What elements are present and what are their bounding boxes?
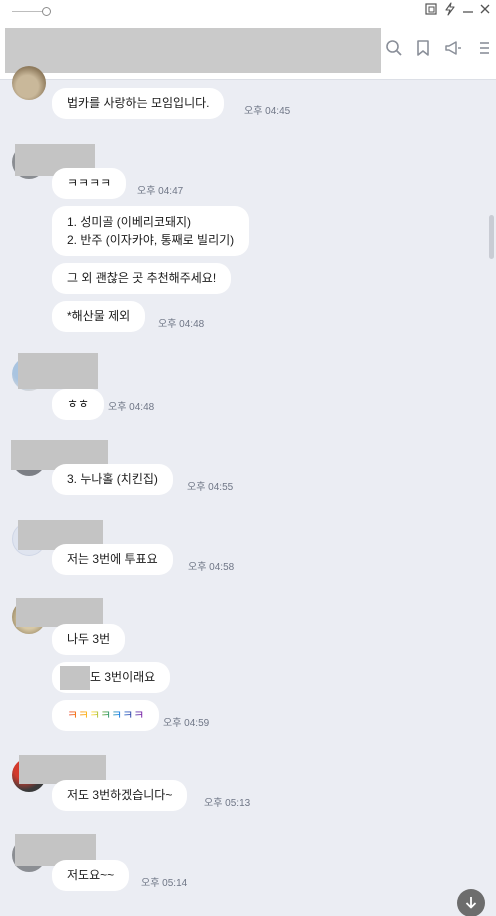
message-time: 오후 04:48	[108, 402, 155, 413]
megaphone-icon[interactable]	[444, 39, 462, 57]
lightning-icon[interactable]	[443, 2, 459, 18]
chat-title-redacted	[5, 28, 381, 73]
message-text: 저는 3번에 투표요	[67, 552, 158, 566]
message-text: 저도요~~	[67, 868, 115, 882]
message-bubble: 1. 성미골 (이베리코돼지) 2. 반주 (이자카야, 통째로 빌리기)	[52, 206, 250, 256]
scroll-to-bottom-button[interactable]	[457, 889, 485, 916]
message-line: 1. 성미골 (이베리코돼지)	[67, 215, 192, 229]
close-icon[interactable]	[478, 2, 494, 18]
message-bubble: 도 3번이래요	[52, 662, 171, 693]
slider-track	[12, 11, 43, 12]
bookmark-icon[interactable]	[414, 39, 432, 57]
message-time: 오후 04:45	[244, 106, 291, 117]
sender-name-redacted	[16, 598, 103, 627]
message-time: 오후 04:48	[158, 319, 205, 330]
message-text: 법카를 사랑하는 모임입니다.	[67, 96, 210, 110]
minimize-icon[interactable]	[461, 2, 477, 18]
message-text: ㅎㅎ	[67, 397, 90, 411]
menu-icon[interactable]	[474, 39, 492, 57]
pin-icon[interactable]	[424, 2, 440, 18]
message-bubble: ㅋㅋㅋㅋㅋㅋㅋ	[52, 700, 160, 731]
message-text: 그 외 괜찮은 곳 추천해주세요!	[67, 271, 217, 285]
message-bubble: 3. 누나홀 (치킨집)	[52, 464, 173, 495]
chat-header	[0, 0, 496, 80]
opacity-slider[interactable]	[12, 6, 52, 18]
message-bubble: 나두 3번	[52, 624, 126, 655]
message-text: *해산물 제외	[67, 309, 131, 323]
message-bubble: *해산물 제외	[52, 301, 146, 332]
message-time: 오후 05:13	[204, 798, 251, 809]
slider-knob[interactable]	[42, 7, 51, 16]
message-text: 도 3번이래요	[90, 670, 156, 684]
message-text: 3. 누나홀 (치킨집)	[67, 472, 158, 486]
message-time: 오후 05:14	[141, 878, 188, 889]
mention-redacted	[60, 666, 90, 690]
message-line: 2. 반주 (이자카야, 통째로 빌리기)	[67, 233, 235, 247]
sender-name-redacted	[18, 353, 98, 389]
message-text: ㅋㅋㅋㅋㅋㅋㅋ	[67, 708, 145, 722]
message-bubble: 저도 3번하겠습니다~	[52, 780, 188, 811]
message-bubble: ㅎㅎ	[52, 389, 105, 420]
message-bubble: 법카를 사랑하는 모임입니다.	[52, 88, 225, 119]
message-time: 오후 04:58	[188, 562, 235, 573]
avatar[interactable]	[12, 66, 46, 100]
scrollbar-thumb[interactable]	[489, 215, 494, 259]
message-bubble: 저는 3번에 투표요	[52, 544, 173, 575]
arrow-down-icon	[465, 897, 477, 909]
message-text: 나두 3번	[67, 632, 111, 646]
message-bubble: 저도요~~	[52, 860, 130, 891]
message-bubble: 그 외 괜찮은 곳 추천해주세요!	[52, 263, 232, 294]
message-bubble: ㅋㅋㅋㅋ	[52, 168, 127, 199]
message-text: ㅋㅋㅋㅋ	[67, 176, 112, 190]
message-time: 오후 04:59	[163, 718, 210, 729]
message-time: 오후 04:55	[187, 482, 234, 493]
search-icon[interactable]	[385, 39, 403, 57]
message-time: 오후 04:47	[137, 186, 184, 197]
message-text: 저도 3번하겠습니다~	[67, 788, 173, 802]
